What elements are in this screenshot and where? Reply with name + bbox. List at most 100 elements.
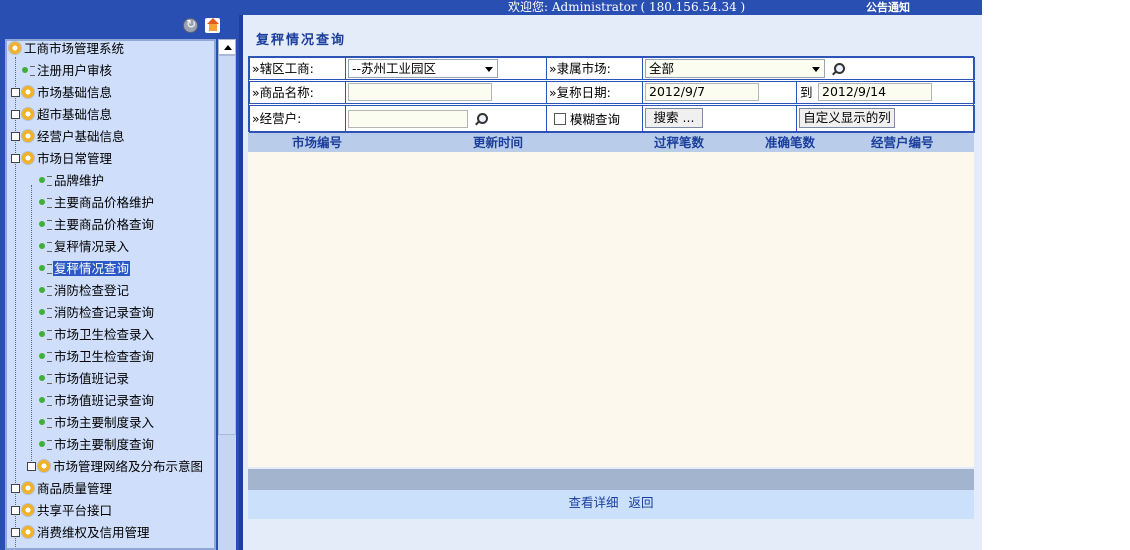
gear-icon: [21, 85, 35, 99]
tree-item-hygiene-entry[interactable]: 市场卫生检查录入: [39, 325, 155, 345]
tree-item-label: 超市基础信息: [37, 107, 113, 122]
tree-item-label: 商品质量管理: [37, 481, 113, 496]
date-label: »复称日期:: [549, 85, 611, 100]
tree-root-label: 工商市场管理系统: [24, 41, 125, 56]
tree-item-quality-management[interactable]: 商品质量管理: [11, 479, 113, 499]
vendor-value-cell: [345, 105, 547, 133]
market-label: »隶属市场:: [549, 61, 611, 76]
tree-item-register-review[interactable]: 注册用户审核: [22, 61, 113, 81]
tree-item-label: 市场日常管理: [37, 151, 113, 166]
tree-root[interactable]: 工商市场管理系统: [8, 41, 125, 59]
column-header-update-time[interactable]: 更新时间: [473, 133, 523, 152]
results-grid: 市场编号 更新时间 过秤笔数 准确笔数 经营户编号: [248, 133, 974, 467]
tree-item-label: 市场值班记录查询: [54, 393, 155, 408]
tree-item-fire-check-query[interactable]: 消防检查记录查询: [39, 303, 155, 323]
tree-item-label: 复秤情况录入: [54, 239, 130, 254]
tree-item-consumer-rights[interactable]: 消费维权及信用管理: [11, 523, 151, 543]
notice-link[interactable]: 公告通知: [866, 0, 910, 15]
custom-columns-button[interactable]: 自定义显示的列: [799, 108, 895, 128]
expand-toggle-icon[interactable]: [11, 88, 20, 97]
market-lookup-icon[interactable]: [831, 63, 845, 76]
vendor-input[interactable]: [348, 110, 468, 128]
date-from-cell: 2012/9/7: [642, 81, 797, 104]
page-icon: [39, 351, 53, 362]
chevron-down-icon[interactable]: [812, 67, 820, 72]
district-select-value: --苏州工业园区: [352, 61, 437, 76]
page-icon: [39, 329, 53, 340]
tree-item-fire-check-register[interactable]: 消防检查登记: [39, 281, 130, 301]
gear-icon: [21, 525, 35, 539]
tree-scrollbar[interactable]: [218, 39, 236, 550]
custom-columns-cell: 自定义显示的列: [796, 105, 975, 133]
fuzzy-query-checkbox[interactable]: [554, 113, 566, 125]
tree-item-price-maintenance[interactable]: 主要商品价格维护: [39, 193, 155, 213]
page-icon: [39, 197, 53, 208]
main-content: 复秤情况查询 »辖区工商: --苏州工业园区 »隶属市场: 全部 »商品名称: …: [243, 15, 982, 550]
market-select-value: 全部: [649, 61, 675, 76]
tree-item-reweigh-query[interactable]: 复秤情况查询: [39, 259, 131, 279]
grid-header: 市场编号 更新时间 过秤笔数 准确笔数 经营户编号: [248, 133, 974, 152]
tree-item-shared-platform[interactable]: 共享平台接口: [11, 501, 113, 521]
search-button[interactable]: 搜索 ...: [645, 108, 703, 128]
tree-item-label: 经营户基础信息: [37, 129, 125, 144]
tree-item-network-map[interactable]: 市场管理网络及分布示意图: [27, 457, 204, 477]
column-header-vendor-code[interactable]: 经营户编号: [871, 133, 934, 152]
tree-item-rules-entry[interactable]: 市场主要制度录入: [39, 413, 155, 433]
tree-item-label: 注册用户审核: [37, 63, 113, 78]
grid-pager-bar: [248, 469, 974, 490]
tree-item-label: 市场卫生检查录入: [54, 327, 155, 342]
column-header-accurate-count[interactable]: 准确笔数: [765, 133, 815, 152]
gear-icon: [8, 41, 22, 55]
expand-toggle-icon[interactable]: [11, 484, 20, 493]
product-name-input[interactable]: [348, 83, 492, 101]
column-header-market-code[interactable]: 市场编号: [292, 133, 342, 152]
tree-item-label: 市场值班记录: [54, 371, 130, 386]
expand-toggle-icon[interactable]: [27, 462, 36, 471]
scroll-up-arrow-icon[interactable]: [218, 39, 236, 55]
tree-item-brand-maintenance[interactable]: 品牌维护: [39, 171, 105, 191]
tree-item-market-basic[interactable]: 市场基础信息: [11, 83, 113, 103]
expand-toggle-icon[interactable]: [11, 132, 20, 141]
tree-item-label: 市场管理网络及分布示意图: [53, 459, 204, 474]
district-select[interactable]: --苏州工业园区: [348, 59, 498, 78]
chevron-down-icon[interactable]: [485, 67, 493, 72]
district-value-cell: --苏州工业园区: [345, 57, 547, 80]
fuzzy-cell: 模糊查询: [546, 105, 643, 133]
market-select[interactable]: 全部: [645, 59, 825, 78]
tree-item-duty-record[interactable]: 市场值班记录: [39, 369, 130, 389]
navigation-tree: 工商市场管理系统 注册用户审核 市场基础信息 超市基础信息 经营户基础信息 市场…: [5, 39, 216, 550]
tree-guide-line: [31, 185, 32, 467]
tree-item-supermarket-basic[interactable]: 超市基础信息: [11, 105, 113, 125]
tree-item-rules-query[interactable]: 市场主要制度查询: [39, 435, 155, 455]
home-icon[interactable]: [205, 18, 220, 33]
collapse-toggle-icon[interactable]: [11, 154, 20, 163]
expand-toggle-icon[interactable]: [11, 110, 20, 119]
vendor-lookup-icon[interactable]: [474, 113, 488, 126]
tree-item-vendor-basic[interactable]: 经营户基础信息: [11, 127, 126, 147]
expand-toggle-icon[interactable]: [11, 506, 20, 515]
expand-toggle-icon[interactable]: [11, 528, 20, 537]
date-from-input[interactable]: 2012/9/7: [645, 83, 759, 101]
scroll-thumb[interactable]: [218, 55, 236, 435]
date-to-input[interactable]: 2012/9/14: [818, 83, 932, 101]
page-icon: [39, 219, 53, 230]
product-value-cell: [345, 81, 547, 104]
tree-item-daily-management[interactable]: 市场日常管理: [11, 149, 113, 169]
tree-item-reweigh-entry[interactable]: 复秤情况录入: [39, 237, 130, 257]
page-icon: [39, 263, 53, 274]
page-icon: [39, 395, 53, 406]
tree-item-duty-query[interactable]: 市场值班记录查询: [39, 391, 155, 411]
column-header-weigh-count[interactable]: 过秤笔数: [654, 133, 704, 152]
back-link[interactable]: 返回: [628, 495, 653, 510]
gear-icon: [21, 481, 35, 495]
tree-item-price-query[interactable]: 主要商品价格查询: [39, 215, 155, 235]
tree-item-label: 消防检查记录查询: [54, 305, 155, 320]
refresh-icon[interactable]: [183, 17, 198, 33]
date-to-cell: 到 2012/9/14: [796, 81, 975, 104]
tree-item-hygiene-query[interactable]: 市场卫生检查查询: [39, 347, 155, 367]
app-window: 欢迎您: Administrator ( 180.156.54.34 ) 公告通…: [0, 0, 1130, 550]
page-icon: [39, 373, 53, 384]
page-icon: [39, 307, 53, 318]
date-label-cell: »复称日期:: [546, 81, 643, 104]
view-detail-link[interactable]: 查看详细: [568, 495, 618, 510]
